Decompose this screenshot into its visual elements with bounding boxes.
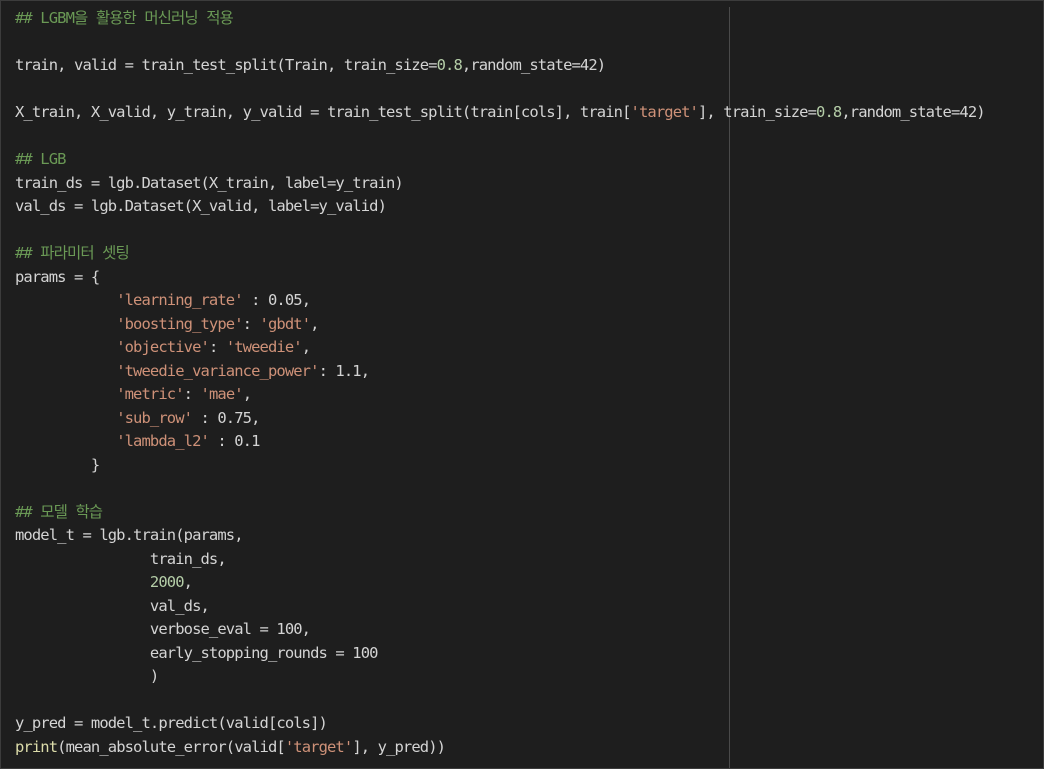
code-line: ## LGBM을 활용한 머신러닝 적용 [15, 7, 1043, 31]
code-line: val_ds, [15, 595, 1043, 619]
code-token-string: 'target' [284, 737, 353, 756]
code-token-plain: : 0.1 [208, 432, 260, 450]
code-token-plain: early_stopping_rounds = 100 [15, 643, 379, 662]
code-token-string: 'boosting_type' [116, 314, 243, 333]
code-token-plain: , [242, 385, 252, 403]
code-token-plain: ,random_state=42) [841, 103, 985, 121]
code-token-string: 'metric' [116, 385, 184, 403]
code-token-comment: ## LGB [15, 150, 66, 168]
code-token-string: 'gbdt' [259, 314, 311, 333]
code-area[interactable]: ## LGBM을 활용한 머신러닝 적용 train, valid = trai… [15, 7, 1043, 759]
code-token-plain: (mean_absolute_error(valid[ [57, 737, 286, 756]
code-line: 'tweedie_variance_power': 1.1, [15, 360, 1043, 384]
code-token-string: 'mae' [200, 385, 244, 403]
code-token-plain: , [310, 314, 319, 333]
code-line: early_stopping_rounds = 100 [15, 642, 1043, 666]
code-token-plain: train_ds, [15, 549, 227, 568]
code-line: 2000, [15, 571, 1043, 595]
code-line: 'metric': 'mae', [15, 383, 1043, 407]
code-line: X_train, X_valid, y_train, y_valid = tra… [15, 101, 1043, 125]
code-token-string: 'tweedie' [225, 338, 303, 356]
code-token-plain: model_t = lgb.train(params, [15, 526, 244, 544]
code-line: print(mean_absolute_error(valid['target'… [15, 736, 1043, 760]
code-token-plain: , [183, 573, 193, 591]
code-token-number: 2000 [149, 573, 185, 591]
code-token-string: 'target' [630, 103, 699, 121]
code-token-plain: : 0.05, [242, 291, 311, 309]
code-token-string: 'tweedie_variance_power' [116, 361, 319, 380]
code-token-number: 0.8 [816, 103, 842, 121]
code-token-plain: train, valid = train_test_split(Train, t… [15, 56, 437, 74]
code-line: 'boosting_type': 'gbdt', [15, 313, 1043, 337]
code-line: ## 파라미터 셋팅 [15, 242, 1043, 266]
code-token-plain: train_ds = lgb.Dataset(X_train, label=y_… [15, 173, 404, 192]
code-token-string: 'objective' [116, 338, 210, 356]
code-token-number: 0.8 [436, 56, 463, 74]
code-line: 'learning_rate' : 0.05, [15, 289, 1043, 313]
code-token-comment: ## LGBM을 활용한 머신러닝 적용 [15, 9, 234, 27]
code-token-plain: verbose_eval = 100, [15, 620, 311, 638]
code-line: verbose_eval = 100, [15, 618, 1043, 642]
code-line: train_ds, [15, 548, 1043, 572]
code-token-string: 'lambda_l2' [116, 432, 210, 450]
code-token-plain: : 0.75, [192, 408, 261, 427]
code-line: ) [15, 665, 1043, 689]
code-token-plain: : [242, 314, 260, 333]
code-line: 'objective': 'tweedie', [15, 336, 1043, 360]
code-token-plain: val_ds, [15, 596, 210, 615]
code-token-plain: ) [15, 667, 159, 685]
code-token-plain: : 1.1, [318, 361, 370, 380]
code-line: 'sub_row' : 0.75, [15, 407, 1043, 431]
code-token-plain: X_train, X_valid, y_train, y_valid = tra… [15, 103, 631, 121]
code-line: params = { [15, 266, 1043, 290]
code-token-plain: params = { [15, 267, 100, 286]
code-line: 'lambda_l2' : 0.1 [15, 430, 1043, 454]
code-token-plain: y_pred = model_t.predict(valid[cols]) [15, 714, 328, 732]
code-line: ## 모델 학습 [15, 501, 1043, 525]
code-token-plain: , [301, 338, 311, 356]
code-token-comment: ## 파라미터 셋팅 [15, 244, 130, 262]
code-token-builtin: print [15, 737, 58, 756]
code-token-string: 'learning_rate' [116, 291, 243, 309]
code-editor[interactable]: ## LGBM을 활용한 머신러닝 적용 train, valid = trai… [0, 0, 1044, 769]
code-token-comment: ## 모델 학습 [15, 502, 103, 521]
code-token-plain: val_ds = lgb.Dataset(X_valid, label=y_va… [15, 197, 387, 215]
code-token-plain: : [183, 385, 201, 403]
code-token-plain: } [15, 455, 100, 474]
code-token-plain: : [208, 338, 226, 356]
code-token-string: 'sub_row' [116, 408, 193, 427]
code-line: ## LGB [15, 148, 1043, 172]
code-line: train_ds = lgb.Dataset(X_train, label=y_… [15, 172, 1043, 196]
code-line: model_t = lgb.train(params, [15, 524, 1043, 548]
code-line: train, valid = train_test_split(Train, t… [15, 54, 1043, 78]
code-token-plain: ,random_state=42) [461, 56, 606, 74]
code-line: y_pred = model_t.predict(valid[cols]) [15, 712, 1043, 736]
code-line: } [15, 454, 1043, 478]
code-line: val_ds = lgb.Dataset(X_valid, label=y_va… [15, 195, 1043, 219]
code-token-plain: ], y_pred)) [352, 737, 446, 756]
code-token-plain: ], train_size= [698, 103, 817, 121]
